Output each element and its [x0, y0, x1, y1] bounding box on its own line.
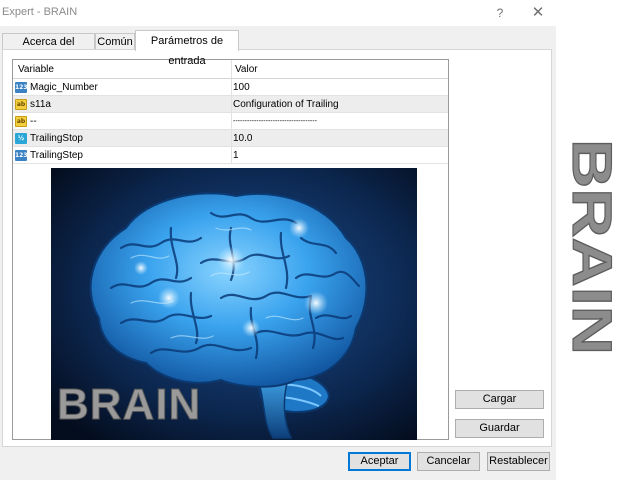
tab-strip: Acerca del programa Común Parámetros de … — [0, 30, 556, 67]
variable-cell: ½ TrailingStop — [14, 130, 230, 146]
variable-name: TrailingStop — [30, 133, 83, 144]
value-cell[interactable]: Configuration of Trailing — [231, 96, 448, 112]
brain-illustration: BRAIN — [51, 168, 417, 440]
table-row[interactable]: 123 Magic_Number 100 — [13, 79, 448, 96]
cancel-button[interactable]: Cancelar — [417, 452, 480, 471]
help-icon[interactable]: ? — [490, 3, 510, 23]
variable-cell: 123 TrailingStep — [14, 147, 230, 163]
table-row[interactable]: ab s11a Configuration of Trailing — [13, 96, 448, 113]
variable-name: -- — [30, 116, 37, 127]
tab-parametros-de-entrada[interactable]: Parámetros de entrada — [135, 30, 239, 67]
value-cell[interactable]: 10.0 — [231, 130, 448, 146]
save-button[interactable]: Guardar — [455, 419, 544, 438]
window-title: Expert - BRAIN — [2, 6, 78, 18]
variable-cell: 123 Magic_Number — [14, 79, 230, 95]
integer-type-icon: 123 — [15, 149, 28, 161]
reset-button[interactable]: Restablecer — [487, 452, 550, 471]
value-cell[interactable]: 100 — [231, 79, 448, 95]
value-cell[interactable]: ------------------------------------ — [231, 113, 448, 129]
close-icon[interactable]: ✕ — [528, 3, 548, 23]
grid-header-row: Variable Valor — [13, 60, 448, 79]
table-row[interactable]: ½ TrailingStop 10.0 — [13, 130, 448, 147]
tab-comun[interactable]: Común — [95, 33, 135, 50]
side-brand-text: BRAIN — [560, 135, 627, 360]
string-type-icon: ab — [15, 98, 27, 110]
tab-acerca-del-programa[interactable]: Acerca del programa — [2, 33, 95, 65]
table-row[interactable]: ab -- -----------------------------------… — [13, 113, 448, 130]
variable-name: TrailingStep — [30, 150, 83, 161]
variable-cell: ab -- — [14, 113, 230, 129]
column-header-value[interactable]: Valor — [231, 60, 448, 78]
integer-type-icon: 123 — [15, 81, 28, 93]
picture-caption: BRAIN — [56, 380, 202, 430]
load-button[interactable]: Cargar — [455, 390, 544, 409]
accept-button[interactable]: Aceptar — [348, 452, 411, 471]
side-brand-word: BRAIN — [563, 139, 624, 355]
variable-name: s11a — [30, 99, 51, 110]
variable-cell: ab s11a — [14, 96, 230, 112]
value-cell[interactable]: 1 — [231, 147, 448, 163]
double-type-icon: ½ — [15, 132, 27, 144]
title-bar: Expert - BRAIN ? ✕ — [0, 0, 556, 26]
string-type-icon: ab — [15, 115, 27, 127]
table-row[interactable]: 123 TrailingStep 1 — [13, 147, 448, 164]
variable-name: Magic_Number — [30, 82, 98, 93]
